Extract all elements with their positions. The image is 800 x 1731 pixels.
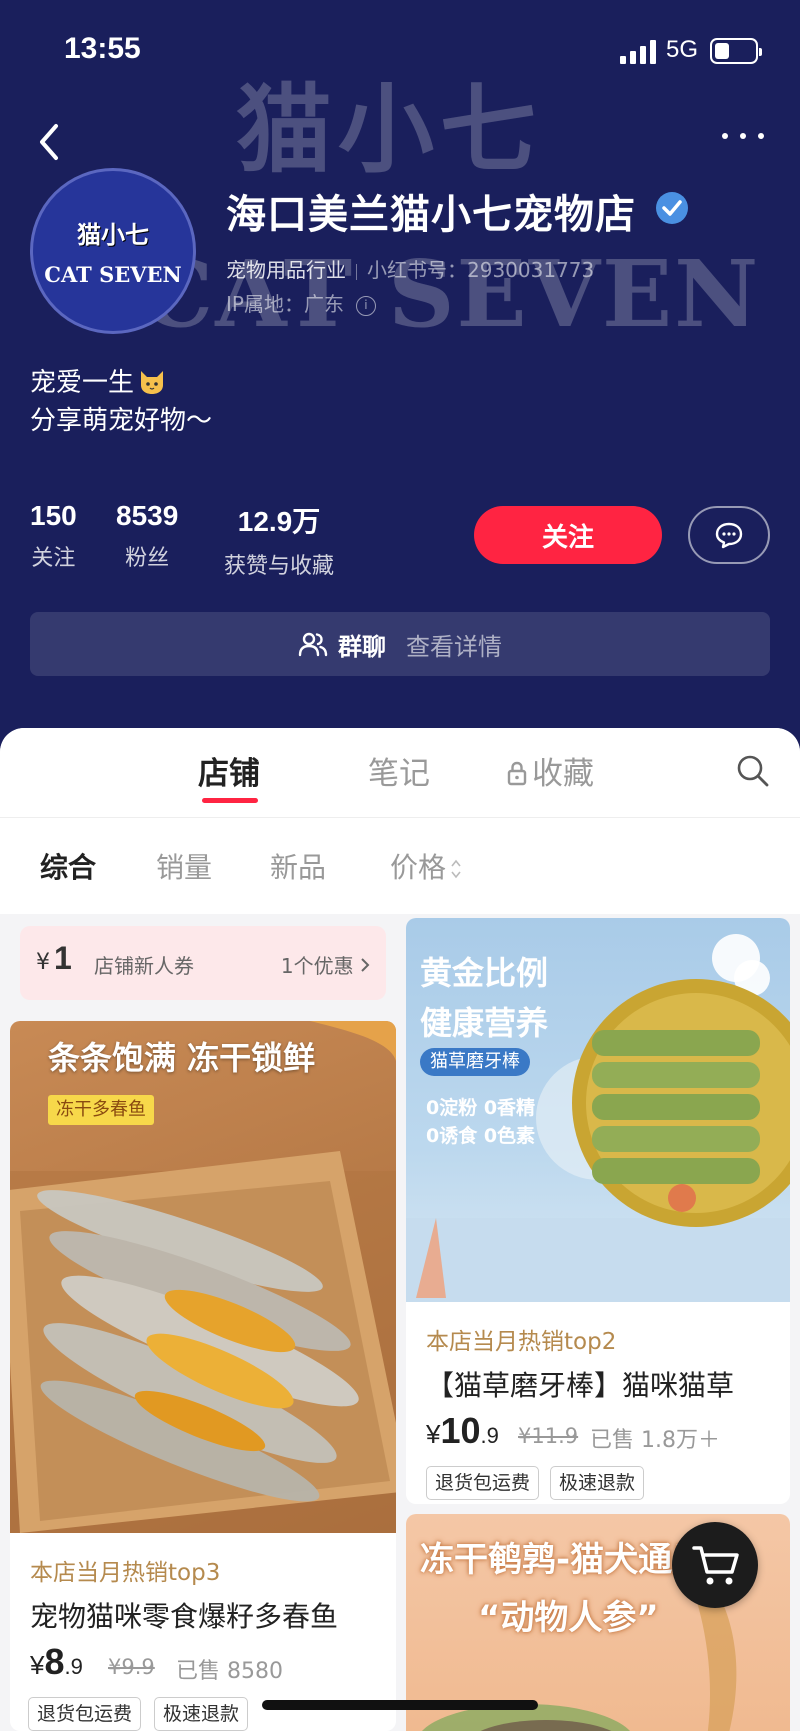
hot-sale-tag: 本店当月热销top2 xyxy=(426,1329,617,1355)
stat-label: 粉丝 xyxy=(125,546,170,571)
coupon-amount: 1 xyxy=(54,940,72,976)
bio-line-2: 分享萌宠好物～ xyxy=(30,406,213,436)
price-dec: .9 xyxy=(480,1423,499,1448)
cat-face-icon xyxy=(141,371,164,394)
price-int: 8 xyxy=(44,1641,65,1682)
stat-number: 8539 xyxy=(116,500,179,531)
verified-icon xyxy=(656,192,688,224)
battery-icon xyxy=(710,38,762,64)
ip-label: IP属地：广东 xyxy=(226,292,344,316)
more-button[interactable] xyxy=(720,128,766,144)
message-button[interactable] xyxy=(688,506,770,564)
cart-button[interactable] xyxy=(672,1522,758,1608)
status-bar: 13:55 5G xyxy=(0,30,800,74)
chevron-left-icon xyxy=(40,124,58,160)
fast-refund-chip: 极速退款 xyxy=(550,1466,645,1500)
stat-label: 关注 xyxy=(31,546,76,571)
stat-followers[interactable]: 8539 粉丝 xyxy=(116,500,178,572)
product-badge: 猫草磨牙棒 xyxy=(420,1048,530,1076)
product-badge: 冻干多春鱼 xyxy=(48,1095,154,1125)
signal-icon xyxy=(620,40,658,64)
tab-store[interactable]: 店铺 xyxy=(198,748,260,793)
group-chat-bar[interactable]: 群聊 查看详情 xyxy=(30,612,770,676)
follow-button[interactable]: 关注 xyxy=(474,506,662,564)
avatar-text-cn: 猫小七 xyxy=(77,220,149,249)
sort-price[interactable]: 价格 xyxy=(390,846,462,886)
rednote-id: 小红书号：2930031773 xyxy=(367,258,595,282)
product-features: 0淀粉 0香精 0诱食 0色素 xyxy=(426,1094,535,1150)
profile-header: 猫小七 CAT SEVEN 13:55 5G 猫小七 CAT SEVEN 海口美… xyxy=(0,0,800,760)
tab-active-indicator xyxy=(202,798,258,803)
original-price: ¥9.9 xyxy=(108,1655,155,1679)
bio: 宠爱一生 分享萌宠好物～ xyxy=(30,364,212,440)
product-banner-line1: 冻干鹌鹑-猫犬通用 xyxy=(420,1540,707,1580)
group-chat-label: 群聊 xyxy=(338,632,386,661)
avatar-text-en: CAT SEVEN xyxy=(44,262,182,287)
sort-bar: 综合 销量 新品 价格 xyxy=(0,818,800,914)
avatar[interactable]: 猫小七 CAT SEVEN xyxy=(30,168,196,334)
sort-new[interactable]: 新品 xyxy=(270,846,326,886)
return-shipping-chip: 退货包运费 xyxy=(28,1697,142,1731)
feature-line: 0诱食 0色素 xyxy=(426,1125,536,1147)
back-button[interactable] xyxy=(30,118,70,166)
original-price: ¥11.9 xyxy=(518,1424,579,1448)
fast-refund-chip: 极速退款 xyxy=(154,1697,249,1731)
product-price: ¥8.9 xyxy=(30,1641,83,1682)
tab-bar: 店铺 笔记 收藏 xyxy=(0,728,800,818)
info-icon[interactable]: i xyxy=(355,295,376,316)
search-icon xyxy=(737,755,769,787)
product-card[interactable]: 条条饱满 冻干锁鲜 冻干多春鱼 本店当月热销top3 宠物猫咪零食爆籽多春鱼 ¥… xyxy=(10,1021,396,1731)
price-int: 10 xyxy=(440,1410,481,1451)
industry-label: 宠物用品行业 xyxy=(226,258,346,282)
coupon-title: 店铺新人券 xyxy=(94,954,194,978)
ip-location: IP属地：广东 i xyxy=(226,288,376,317)
product-title: 宠物猫咪零食爆籽多春鱼 xyxy=(30,1600,339,1633)
store-coupon[interactable]: ¥ 1 店铺新人券 1个优惠 xyxy=(20,926,386,1000)
store-meta: 宠物用品行业 小红书号：2930031773 xyxy=(226,254,594,283)
stat-label: 获赞与收藏 xyxy=(224,554,335,579)
product-banner: 条条饱满 冻干锁鲜 xyxy=(48,1039,316,1077)
coupon-more-label: 1个优惠 xyxy=(280,954,354,978)
product-banner-line1: 黄金比例 xyxy=(420,954,549,992)
stat-following[interactable]: 150 关注 xyxy=(30,500,77,572)
stat-number: 150 xyxy=(30,500,77,531)
product-price: ¥10.9 xyxy=(426,1410,499,1451)
product-banner-line2: 健康营养 xyxy=(420,1004,549,1042)
search-button[interactable] xyxy=(736,754,770,788)
stat-likes[interactable]: 12.9万 获赞与收藏 xyxy=(224,500,334,580)
sold-count: 已售 1.8万＋ xyxy=(590,1428,720,1453)
coupon-more: 1个优惠 xyxy=(281,950,370,979)
hot-sale-tag: 本店当月热销top3 xyxy=(30,1560,221,1586)
sort-sales[interactable]: 销量 xyxy=(156,846,212,886)
stat-number: 12.9万 xyxy=(237,506,321,537)
product-image: 条条饱满 冻干锁鲜 冻干多春鱼 xyxy=(10,1021,396,1533)
return-shipping-chip: 退货包运费 xyxy=(426,1466,540,1500)
chat-bubble-icon xyxy=(715,522,743,549)
group-chat-detail: 查看详情 xyxy=(406,632,502,661)
product-banner-line2: “动物人参” xyxy=(478,1598,659,1638)
tab-favorites[interactable]: 收藏 xyxy=(506,748,594,793)
store-name: 海口美兰猫小七宠物店 xyxy=(226,192,636,238)
coupon-currency: ¥ xyxy=(36,950,50,975)
sort-default[interactable]: 综合 xyxy=(40,846,96,886)
price-dec: .9 xyxy=(64,1654,83,1679)
network-label: 5G xyxy=(666,36,699,63)
lock-icon xyxy=(507,761,527,786)
shopping-cart-icon xyxy=(692,1546,739,1585)
product-title: 【猫草磨牙棒】猫咪猫草 xyxy=(426,1369,735,1402)
home-indicator[interactable] xyxy=(262,1700,538,1710)
tab-favorites-label: 收藏 xyxy=(532,756,594,792)
chevron-right-icon xyxy=(361,958,370,972)
product-image: 黄金比例 健康营养 猫草磨牙棒 0淀粉 0香精 0诱食 0色素 xyxy=(406,918,790,1302)
sort-price-label: 价格 xyxy=(390,851,447,884)
sort-arrows-icon xyxy=(451,859,461,879)
sold-count: 已售 8580 xyxy=(176,1659,283,1684)
feature-line: 0淀粉 0香精 xyxy=(426,1097,536,1119)
bio-line-1: 宠爱一生 xyxy=(30,368,135,398)
tab-notes[interactable]: 笔记 xyxy=(368,748,430,793)
product-card[interactable]: 黄金比例 健康营养 猫草磨牙棒 0淀粉 0香精 0诱食 0色素 本店当月热销to… xyxy=(406,918,790,1504)
status-time: 13:55 xyxy=(64,32,141,65)
group-users-icon xyxy=(298,632,328,657)
